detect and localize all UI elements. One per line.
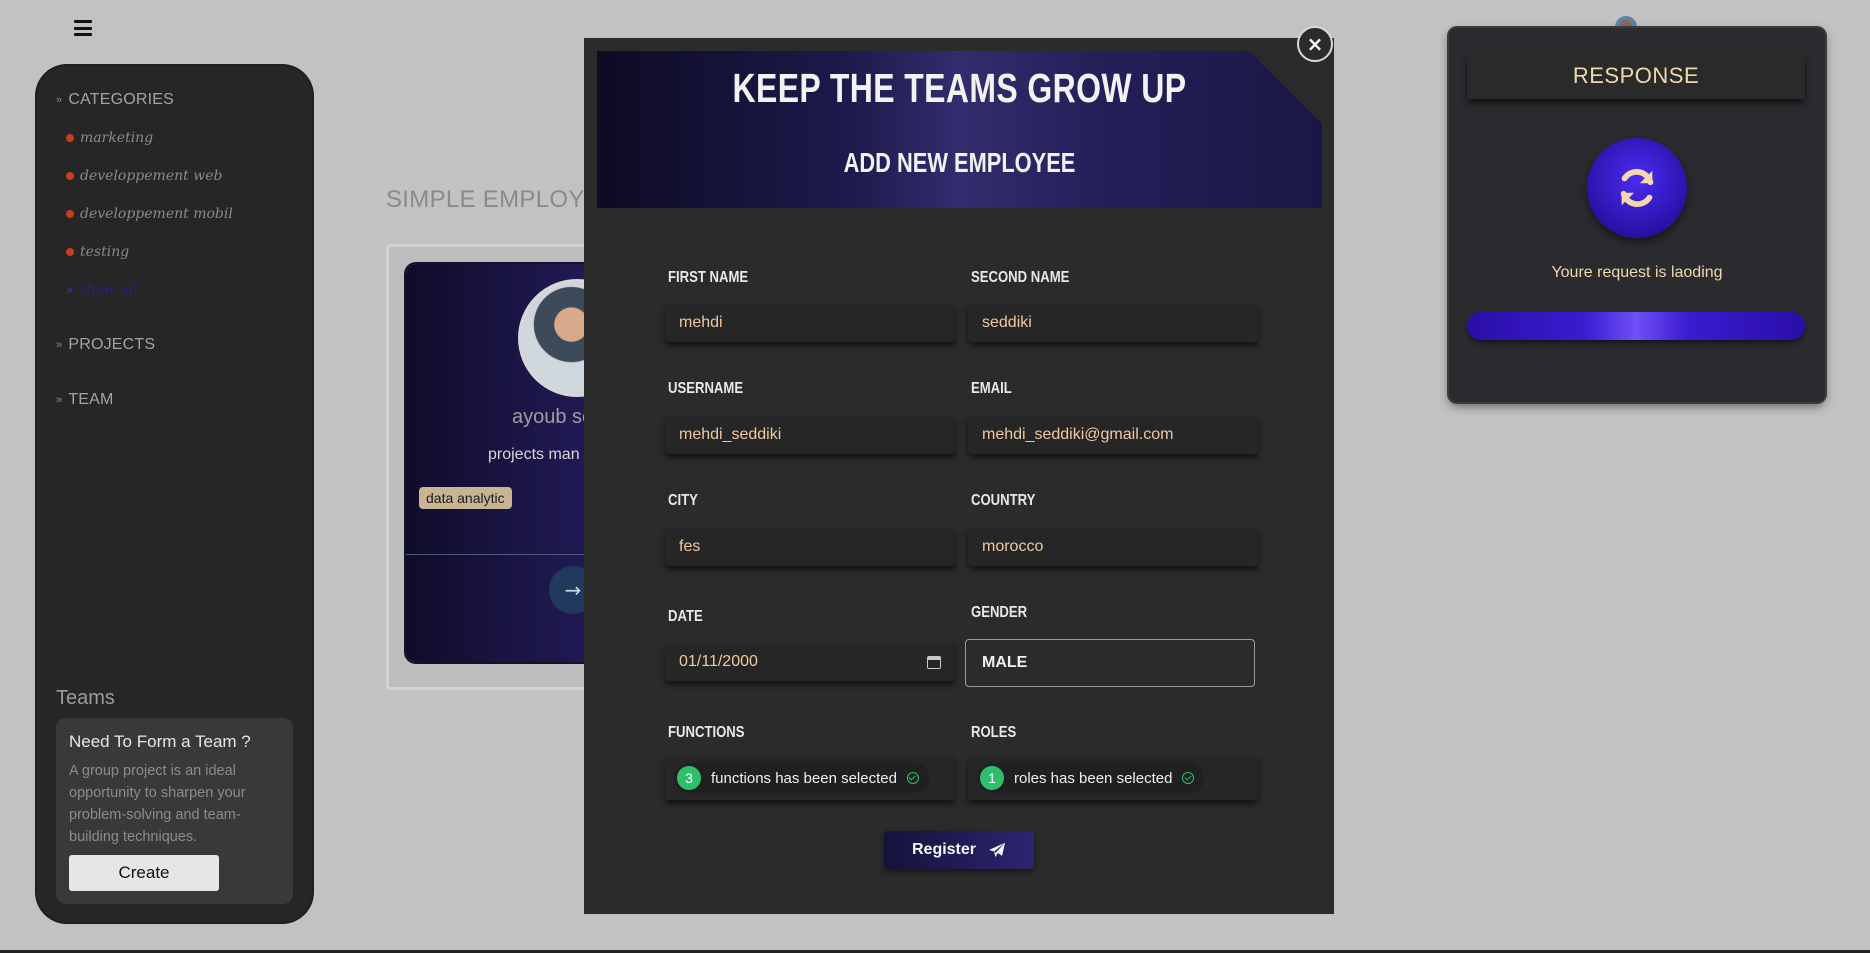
category-label: developpement web [80,168,223,184]
teams-title: Teams [56,687,115,709]
roles-select[interactable]: 1 roles has been selected [968,756,1258,800]
chevron-down-icon: » [56,94,63,106]
employee-card[interactable]: ayoub se projects man data analytic → [406,264,606,662]
add-employee-modal: KEEP THE TEAMS GROW UP ADD NEW EMPLOYEE … [584,38,1334,914]
email-label: EMAIL [971,380,1012,397]
team-header[interactable]: » TEAM [56,391,114,409]
bullet-dot-icon [66,134,74,142]
teams-card: Need To Form a Team ? A group project is… [56,718,293,904]
check-circle-icon [906,772,919,784]
employee-tag: data analytic [419,487,512,509]
date-value: 01/11/2000 [679,653,758,670]
first-name-field[interactable] [665,304,955,342]
functions-selected-text: functions has been selected [711,769,897,787]
projects-label: PROJECTS [68,336,156,353]
modal-banner: KEEP THE TEAMS GROW UP ADD NEW EMPLOYEE [597,51,1322,208]
gender-value: MALE [982,654,1028,671]
employee-name: ayoub se [512,406,594,428]
roles-selected-text: roles has been selected [1014,769,1173,787]
modal-subtitle: ADD NEW EMPLOYEE [843,147,1076,178]
category-item-show-all[interactable]: » show all [66,282,138,298]
check-circle-icon [1182,772,1195,784]
response-title: RESPONSE [1467,53,1805,99]
team-label: TEAM [68,391,114,408]
employee-card-wrapper: ayoub se projects man data analytic → [386,244,612,690]
category-item-marketing[interactable]: marketing [66,130,153,146]
category-item-web[interactable]: developpement web [66,168,222,184]
category-item-testing[interactable]: testing [66,244,129,260]
functions-select[interactable]: 3 functions has been selected [665,756,955,800]
email-field[interactable] [968,416,1258,454]
response-panel: RESPONSE Youre request is laoding [1449,28,1825,402]
categories-header[interactable]: » CATEGORIES [56,91,174,109]
hamburger-icon[interactable] [74,20,92,36]
loading-progress-bar [1467,312,1805,340]
username-label: USERNAME [668,380,744,397]
response-message: Youre request is laoding [1551,264,1723,281]
country-label: COUNTRY [971,492,1036,509]
gender-label: GENDER [971,604,1028,621]
chevron-right-icon: » [56,339,63,351]
roles-label: ROLES [971,724,1017,741]
city-field[interactable] [665,528,955,566]
category-label: show all [79,282,138,298]
second-name-field[interactable] [968,304,1258,342]
gender-select[interactable]: MALE [965,639,1255,687]
first-name-label: FIRST NAME [668,269,749,286]
bullet-dot-icon [66,248,74,256]
projects-header[interactable]: » PROJECTS [56,336,155,354]
username-field[interactable] [665,416,955,454]
roles-selected-pill: 1 roles has been selected [977,763,1205,793]
create-team-button[interactable]: Create [69,855,219,891]
functions-label: FUNCTIONS [668,724,745,741]
teams-card-heading: Need To Form a Team ? [69,732,251,751]
double-chevron-right-icon: » [66,283,74,297]
date-field[interactable]: 01/11/2000 [665,643,955,681]
employee-role: projects man [488,446,580,463]
roles-count-badge: 1 [980,766,1004,790]
country-field[interactable] [968,528,1258,566]
date-label: DATE [668,608,703,625]
page-title: SIMPLE EMPLOYEE [386,186,618,213]
category-label: marketing [80,130,154,146]
category-label: testing [80,244,130,260]
second-name-label: SECOND NAME [971,269,1070,286]
teams-card-text: A group project is an ideal opportunity … [69,763,246,845]
register-button[interactable]: Register [884,831,1034,869]
bullet-dot-icon [66,172,74,180]
close-modal-button[interactable]: × [1297,26,1333,62]
category-item-mobile[interactable]: developpement mobil [66,206,233,222]
functions-selected-pill: 3 functions has been selected [674,763,929,793]
sync-icon [1587,138,1687,238]
calendar-icon[interactable] [927,655,941,669]
divider [406,554,606,555]
categories-label: CATEGORIES [68,91,175,108]
chevron-right-icon: » [56,394,63,406]
sidebar: » CATEGORIES marketing developpement web… [37,66,312,922]
city-label: CITY [668,492,698,509]
functions-count-badge: 3 [677,766,701,790]
modal-title: KEEP THE TEAMS GROW UP [732,65,1187,111]
register-label: Register [911,841,977,858]
paper-plane-icon [989,842,1006,858]
category-label: developpement mobil [80,206,233,222]
bullet-dot-icon [66,210,74,218]
